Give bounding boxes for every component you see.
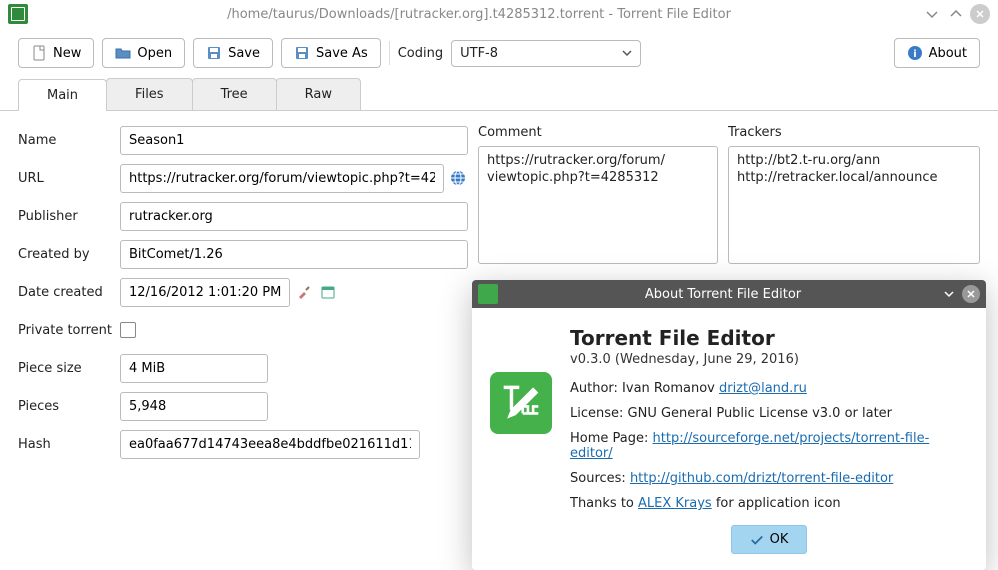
about-minimize-button[interactable] [940, 285, 958, 303]
createdby-label: Created by [18, 247, 120, 262]
about-thanks-line: Thanks to ALEX Krays for application ico… [570, 496, 968, 511]
comment-textarea[interactable]: https://rutracker.org/forum/ viewtopic.p… [478, 146, 718, 264]
about-header-title: About Torrent File Editor [506, 287, 940, 302]
datecreated-label: Date created [18, 285, 120, 300]
tab-bar: Main Files Tree Raw [0, 78, 998, 111]
pieces-label: Pieces [18, 399, 120, 414]
about-app-icon [478, 284, 498, 304]
form-column: Name URL Publisher Created by Date creat… [18, 125, 468, 467]
open-url-button[interactable] [448, 168, 468, 188]
window-controls [922, 4, 990, 24]
file-new-icon [31, 45, 47, 61]
new-button[interactable]: New [18, 38, 94, 68]
maximize-button[interactable] [946, 4, 966, 24]
coding-value: UTF-8 [460, 46, 498, 61]
name-label: Name [18, 133, 120, 148]
datecreated-input[interactable] [120, 278, 290, 307]
publisher-input[interactable] [120, 202, 468, 231]
tab-raw[interactable]: Raw [276, 78, 361, 110]
about-header: About Torrent File Editor [472, 280, 986, 308]
check-icon [750, 533, 764, 547]
private-label: Private torrent [18, 323, 120, 338]
calendar-button[interactable] [318, 282, 338, 302]
about-license-line: License: GNU General Public License v3.0… [570, 406, 968, 421]
about-label: About [929, 46, 967, 61]
about-dialog: About Torrent File Editor Torrent File E… [472, 280, 986, 570]
window-title: /home/taurus/Downloads/[rutracker.org].t… [36, 7, 922, 22]
about-author-line: Author: Ivan Romanov drizt@land.ru [570, 381, 968, 396]
about-sources-line: Sources: http://github.com/drizt/torrent… [570, 471, 968, 486]
saveas-icon [294, 45, 310, 61]
chevron-down-icon [924, 6, 940, 22]
save-label: Save [228, 46, 260, 61]
clear-date-button[interactable] [294, 282, 314, 302]
info-icon: i [907, 45, 923, 61]
comment-label: Comment [478, 125, 718, 140]
chevron-up-icon [948, 6, 964, 22]
folder-open-icon [115, 45, 131, 61]
createdby-input[interactable] [120, 240, 468, 269]
minimize-button[interactable] [922, 4, 942, 24]
ok-label: OK [770, 532, 789, 547]
piecesize-input[interactable] [120, 354, 268, 383]
open-label: Open [137, 46, 172, 61]
url-label: URL [18, 171, 120, 186]
about-content: Torrent File Editor v0.3.0 (Wednesday, J… [570, 326, 968, 554]
about-version: v0.3.0 (Wednesday, June 29, 2016) [570, 352, 968, 367]
thanks-link[interactable]: ALEX Krays [638, 496, 712, 511]
about-homepage-line: Home Page: http://sourceforge.net/projec… [570, 431, 968, 461]
tab-files[interactable]: Files [106, 78, 193, 110]
about-button[interactable]: i About [894, 38, 980, 68]
hash-input[interactable] [120, 430, 420, 459]
about-logo [490, 372, 552, 434]
hash-label: Hash [18, 437, 120, 452]
svg-text:i: i [913, 49, 916, 60]
coding-label: Coding [398, 46, 443, 61]
toolbar-divider [389, 41, 390, 65]
tab-tree[interactable]: Tree [192, 78, 277, 110]
trackers-textarea[interactable]: http://bt2.t-ru.org/ann http://retracker… [728, 146, 980, 264]
sources-link[interactable]: http://github.com/drizt/torrent-file-edi… [630, 471, 893, 486]
saveas-label: Save As [316, 46, 368, 61]
close-icon [966, 289, 976, 299]
tab-main[interactable]: Main [18, 79, 107, 111]
close-icon [974, 8, 986, 20]
window-titlebar: /home/taurus/Downloads/[rutracker.org].t… [0, 0, 998, 28]
globe-icon [450, 170, 466, 186]
toolbar: New Open Save Save As Coding UTF-8 i Abo… [0, 28, 998, 78]
ok-button[interactable]: OK [731, 525, 808, 554]
author-email-link[interactable]: drizt@land.ru [719, 381, 807, 396]
about-title: Torrent File Editor [570, 326, 968, 350]
app-icon [8, 4, 28, 24]
trackers-label: Trackers [728, 125, 980, 140]
pieces-input[interactable] [120, 392, 268, 421]
private-checkbox[interactable] [120, 322, 136, 338]
chevron-down-icon [622, 48, 632, 58]
publisher-label: Publisher [18, 209, 120, 224]
chevron-down-icon [944, 289, 954, 299]
about-close-button[interactable] [962, 285, 980, 303]
saveas-button[interactable]: Save As [281, 38, 381, 68]
save-button[interactable]: Save [193, 38, 273, 68]
open-button[interactable]: Open [102, 38, 185, 68]
url-input[interactable] [120, 164, 444, 193]
broom-icon [296, 284, 312, 300]
calendar-icon [320, 284, 336, 300]
app-logo-icon [495, 377, 547, 429]
about-body: Torrent File Editor v0.3.0 (Wednesday, J… [472, 308, 986, 570]
coding-select[interactable]: UTF-8 [451, 40, 641, 67]
name-input[interactable] [120, 126, 468, 155]
piecesize-label: Piece size [18, 361, 120, 376]
new-label: New [53, 46, 81, 61]
close-button[interactable] [970, 4, 990, 24]
save-icon [206, 45, 222, 61]
